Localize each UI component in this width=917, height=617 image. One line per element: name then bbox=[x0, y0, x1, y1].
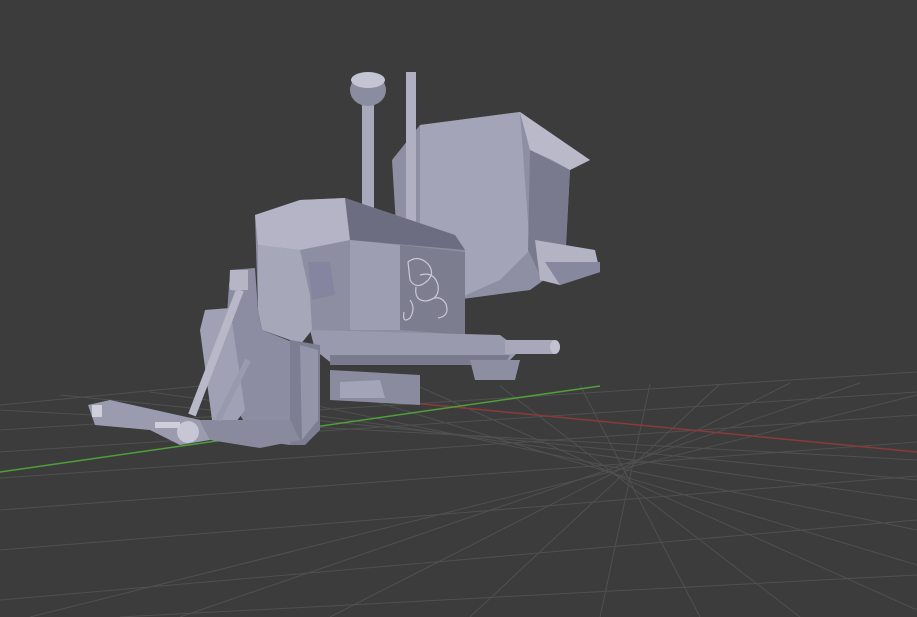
tractor-model[interactable] bbox=[88, 72, 600, 448]
viewport-canvas[interactable] bbox=[0, 0, 917, 617]
3d-viewport[interactable] bbox=[0, 0, 917, 617]
